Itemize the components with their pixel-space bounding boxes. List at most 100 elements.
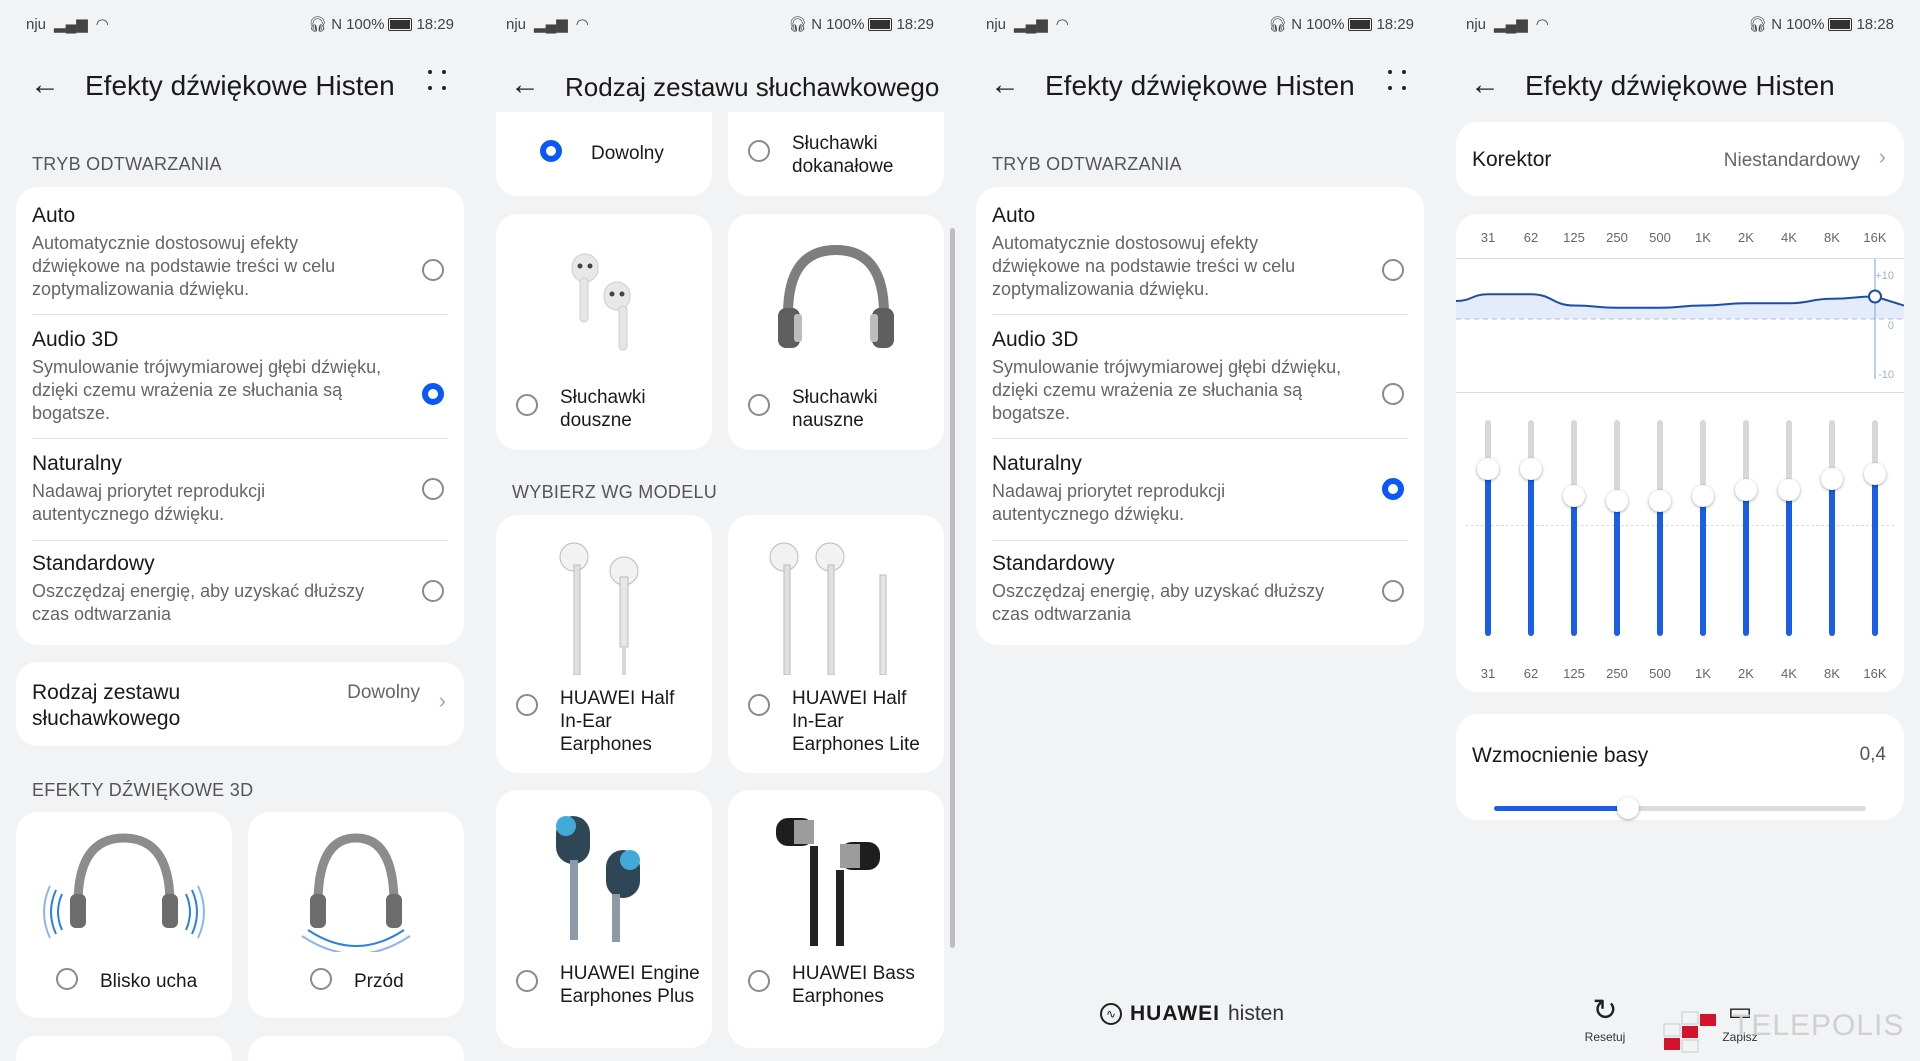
band-label-bottom: 125: [1563, 666, 1585, 681]
radio-audio-3d[interactable]: [1382, 383, 1404, 405]
band-slider-knob[interactable]: [1735, 479, 1757, 502]
page-title: Efekty dźwiękowe Histen: [1045, 70, 1355, 101]
nfc-icon: N: [331, 15, 343, 33]
reset-icon: ↻: [1592, 994, 1618, 1027]
equalizer-preset-row[interactable]: Korektor Niestandardowy ›: [1456, 122, 1904, 196]
effect-tile-front[interactable]: Przód: [248, 812, 464, 1018]
app-header: ← Rodzaj zestawu słuchawkowego: [480, 58, 960, 114]
back-arrow-icon[interactable]: ←: [1470, 70, 1500, 100]
band-slider-knob[interactable]: [1778, 479, 1800, 502]
radio-model[interactable]: [516, 970, 538, 992]
scrollbar[interactable]: [950, 228, 955, 948]
effect-tile-partial[interactable]: [248, 1036, 464, 1061]
status-bar: nju ▂▄▆ ◠ 🎧︎ N 100% 18:28: [1466, 10, 1894, 38]
option-standardowy[interactable]: Standardowy Oszczędzaj energię, aby uzys…: [992, 552, 1408, 626]
headset-type-row[interactable]: Rodzaj zestawu słuchawkowego Dowolny ›: [16, 662, 464, 746]
histen-logo-icon: ∿: [1100, 1003, 1122, 1025]
status-bar: nju ▂▄▆ ◠ 🎧︎ N 100% 18:29: [506, 10, 934, 38]
model-tile-half-in-ear[interactable]: HUAWEI Half In-Ear Earphones: [496, 515, 712, 773]
wifi-icon: ◠: [1055, 16, 1069, 33]
band-slider-fill: [1614, 501, 1620, 636]
battery-percent: 100%: [826, 15, 865, 33]
band-label-bottom: 62: [1523, 666, 1539, 681]
histen-mode-screen-alt: nju ▂▄▆ ◠ 🎧︎ N 100% 18:29 ← Efekty dźwiękowe …: [960, 0, 1440, 1061]
radio-standardowy[interactable]: [1382, 580, 1404, 602]
model-tile-half-in-ear-lite[interactable]: HUAWEI Half In-Ear Earphones Lite: [728, 515, 944, 773]
back-arrow-icon[interactable]: ←: [990, 70, 1020, 100]
model-tile-engine-plus[interactable]: HUAWEI Engine Earphones Plus: [496, 790, 712, 1048]
type-tile-any[interactable]: Dowolny: [496, 112, 712, 196]
reset-label: Resetuj: [1584, 1030, 1626, 1044]
radio-model[interactable]: [748, 694, 770, 716]
wired-earphones-icon: [769, 542, 887, 675]
radio-over-ear[interactable]: [748, 394, 770, 416]
radio-front[interactable]: [310, 968, 332, 990]
engine-earphones-icon: [556, 816, 640, 942]
option-naturalny[interactable]: Naturalny Nadawaj priorytet reprodukcji …: [32, 452, 448, 526]
option-title: Naturalny: [32, 452, 122, 475]
radio-naturalny[interactable]: [422, 478, 444, 500]
option-description: Automatycznie dostosowuj efekty dźwiękow…: [992, 233, 1296, 299]
more-options-icon[interactable]: [1388, 68, 1410, 94]
option-auto[interactable]: Auto Automatycznie dostosowuj efekty dźw…: [992, 204, 1408, 301]
band-slider-knob[interactable]: [1477, 457, 1499, 480]
scale-top-label: +10: [1875, 270, 1894, 282]
eq-curve-graph: [1456, 259, 1904, 379]
option-description: Nadawaj priorytet reprodukcji autentyczn…: [992, 481, 1226, 524]
bass-slider-fill: [1494, 806, 1628, 811]
option-description: Automatycznie dostosowuj efekty dźwiękow…: [32, 233, 336, 299]
type-tile-earbuds[interactable]: Słuchawki douszne: [496, 214, 712, 450]
option-audio-3d[interactable]: Audio 3D Symulowanie trójwymiarowej głęb…: [992, 328, 1408, 425]
radio-earbuds[interactable]: [516, 394, 538, 416]
band-slider-knob[interactable]: [1821, 468, 1843, 491]
band-slider-knob[interactable]: [1692, 484, 1714, 507]
effect-tile-close[interactable]: Blisko ucha: [16, 812, 232, 1018]
back-arrow-icon[interactable]: ←: [30, 70, 60, 100]
section-heading-model: WYBIERZ WG MODELU: [512, 482, 718, 502]
model-tile-bass[interactable]: HUAWEI Bass Earphones: [728, 790, 944, 1048]
radio-auto[interactable]: [1382, 259, 1404, 281]
band-slider-knob[interactable]: [1563, 484, 1585, 507]
option-auto[interactable]: Auto Automatycznie dostosowuj efekty dźw…: [32, 204, 448, 301]
effect-tile-partial[interactable]: [16, 1036, 232, 1061]
band-label-top: 1K: [1695, 230, 1711, 245]
radio-standardowy[interactable]: [422, 580, 444, 602]
telepolis-watermark: TELEPOLIS: [1662, 998, 1904, 1054]
reset-button[interactable]: ↻ Resetuj: [1570, 994, 1640, 1045]
band-label-top: 4K: [1781, 230, 1797, 245]
clock: 18:29: [1376, 15, 1414, 33]
battery-icon: [388, 17, 413, 31]
radio-naturalny[interactable]: [1382, 478, 1404, 500]
type-tile-over-ear[interactable]: Słuchawki nauszne: [728, 214, 944, 450]
band-slider-knob[interactable]: [1864, 463, 1886, 485]
radio-model[interactable]: [748, 970, 770, 992]
wifi-icon: ◠: [575, 16, 589, 33]
option-description: Oszczędzaj energię, aby uzyskać dłuższy …: [32, 581, 365, 624]
radio-auto[interactable]: [422, 259, 444, 281]
type-tile-in-ear[interactable]: Słuchawki dokanałowe: [728, 112, 944, 196]
bass-slider-knob[interactable]: [1616, 797, 1639, 819]
chevron-right-icon: ›: [1878, 144, 1886, 169]
band-label-bottom: 1K: [1695, 666, 1711, 681]
option-naturalny[interactable]: Naturalny Nadawaj priorytet reprodukcji …: [992, 452, 1408, 526]
band-slider-knob[interactable]: [1606, 490, 1628, 512]
earbuds-icon: [571, 253, 631, 351]
band-slider-fill: [1743, 490, 1749, 636]
more-options-icon[interactable]: [428, 68, 450, 94]
band-slider-fill: [1528, 468, 1534, 636]
option-standardowy[interactable]: Standardowy Oszczędzaj energię, aby uzys…: [32, 552, 448, 626]
option-audio-3d[interactable]: Audio 3D Symulowanie trójwymiarowej głęb…: [32, 328, 448, 425]
radio-any[interactable]: [540, 140, 562, 162]
band-label-bottom: 16K: [1863, 666, 1887, 681]
back-arrow-icon[interactable]: ←: [510, 70, 540, 100]
radio-close-to-ear[interactable]: [56, 968, 78, 990]
option-title: Standardowy: [32, 552, 155, 575]
bass-slider-track[interactable]: [1494, 797, 1866, 819]
radio-in-ear[interactable]: [748, 140, 770, 162]
radio-audio-3d[interactable]: [422, 383, 444, 405]
eq-curve-point[interactable]: [1868, 289, 1882, 304]
band-slider-knob[interactable]: [1649, 490, 1671, 512]
band-slider-knob[interactable]: [1520, 457, 1542, 480]
headset-type-label: Rodzaj zestawu słuchawkowego: [32, 681, 181, 730]
radio-model[interactable]: [516, 694, 538, 716]
